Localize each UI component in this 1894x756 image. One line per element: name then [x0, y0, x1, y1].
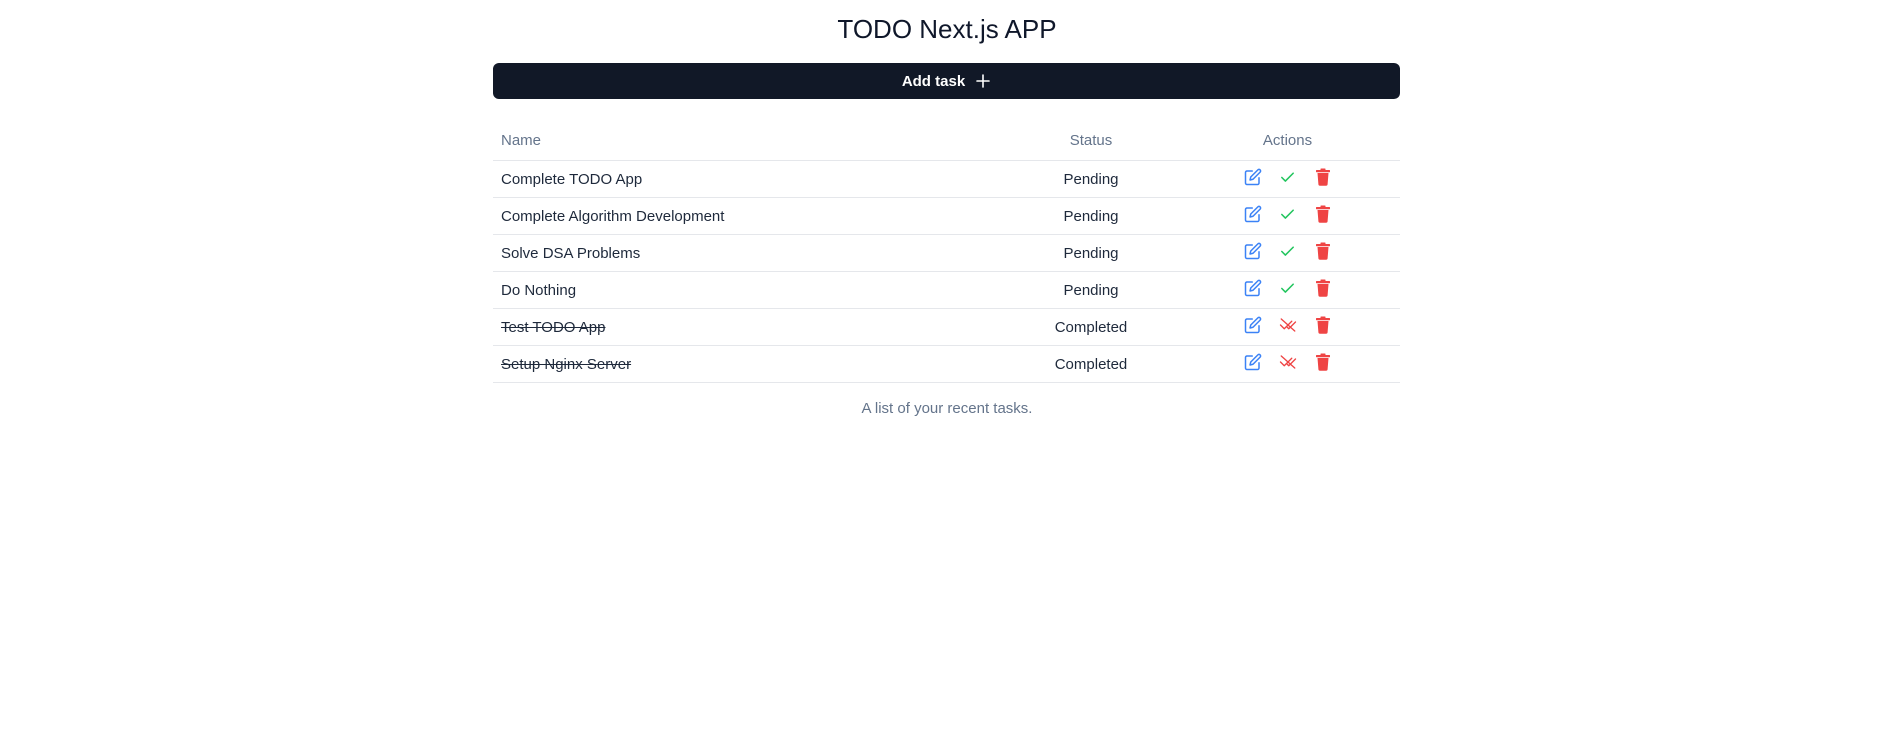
table-row: Do Nothing Pending	[493, 272, 1400, 309]
task-status: Completed	[1054, 318, 1128, 336]
task-name-cell: Complete Algorithm Development	[493, 198, 1007, 235]
task-actions-cell	[1175, 198, 1400, 235]
edit-icon[interactable]	[1243, 279, 1262, 298]
plus-icon	[975, 73, 991, 89]
table-caption: A list of your recent tasks.	[861, 400, 1033, 417]
trash-icon[interactable]	[1313, 205, 1332, 224]
edit-icon[interactable]	[1243, 205, 1262, 224]
trash-icon[interactable]	[1313, 242, 1332, 261]
task-actions	[1243, 168, 1332, 187]
task-name: Solve DSA Problems	[501, 244, 641, 262]
check-icon[interactable]	[1278, 279, 1297, 298]
task-actions-cell	[1175, 161, 1400, 198]
task-name-cell: Setup Nginx Server	[493, 346, 1007, 383]
task-name-cell: Solve DSA Problems	[493, 235, 1007, 272]
task-status: Pending	[1063, 244, 1119, 262]
task-name: Do Nothing	[501, 281, 577, 299]
edit-icon[interactable]	[1243, 242, 1262, 261]
header-name: Name	[493, 120, 1007, 161]
header-actions: Actions	[1175, 120, 1400, 161]
edit-icon[interactable]	[1243, 316, 1262, 335]
check-icon[interactable]	[1278, 168, 1297, 187]
uncheck-icon[interactable]	[1278, 353, 1297, 372]
task-status: Pending	[1063, 207, 1119, 225]
table-row: Test TODO App Completed	[493, 309, 1400, 346]
trash-icon[interactable]	[1313, 168, 1332, 187]
add-task-label: Add task	[901, 72, 966, 90]
task-actions	[1243, 205, 1332, 224]
uncheck-icon[interactable]	[1278, 316, 1297, 335]
tasks-table-wrapper: Name Status Actions Complete TODO App Pe…	[493, 120, 1400, 383]
edit-icon[interactable]	[1243, 168, 1262, 187]
task-actions-cell	[1175, 309, 1400, 346]
task-actions	[1243, 279, 1332, 298]
table-row: Complete TODO App Pending	[493, 161, 1400, 198]
task-name-cell: Complete TODO App	[493, 161, 1007, 198]
table-body: Complete TODO App Pending Complete Algor…	[493, 161, 1400, 383]
page: TODO Next.js APP Add task Name Status Ac…	[0, 0, 1894, 756]
task-name: Setup Nginx Server	[501, 355, 632, 373]
table-row: Solve DSA Problems Pending	[493, 235, 1400, 272]
task-actions	[1243, 353, 1332, 372]
trash-icon[interactable]	[1313, 353, 1332, 372]
header-status: Status	[1007, 120, 1175, 161]
table-header-row: Name Status Actions	[493, 120, 1400, 161]
trash-icon[interactable]	[1313, 279, 1332, 298]
task-actions-cell	[1175, 346, 1400, 383]
check-icon[interactable]	[1278, 205, 1297, 224]
task-status: Pending	[1063, 281, 1119, 299]
task-actions-cell	[1175, 272, 1400, 309]
task-actions	[1243, 242, 1332, 261]
task-name: Test TODO App	[501, 318, 606, 336]
tasks-table: Name Status Actions Complete TODO App Pe…	[493, 120, 1400, 383]
task-status: Completed	[1054, 355, 1128, 373]
task-name: Complete TODO App	[501, 170, 643, 188]
edit-icon[interactable]	[1243, 353, 1262, 372]
check-icon[interactable]	[1278, 242, 1297, 261]
table-row: Setup Nginx Server Completed	[493, 346, 1400, 383]
page-title: TODO Next.js APP	[837, 14, 1057, 44]
task-name-cell: Do Nothing	[493, 272, 1007, 309]
task-name: Complete Algorithm Development	[501, 207, 725, 225]
task-actions-cell	[1175, 235, 1400, 272]
table-row: Complete Algorithm Development Pending	[493, 198, 1400, 235]
task-status: Pending	[1063, 170, 1119, 188]
task-actions	[1243, 316, 1332, 335]
trash-icon[interactable]	[1313, 316, 1332, 335]
add-task-button[interactable]: Add task	[493, 63, 1400, 99]
task-name-cell: Test TODO App	[493, 309, 1007, 346]
